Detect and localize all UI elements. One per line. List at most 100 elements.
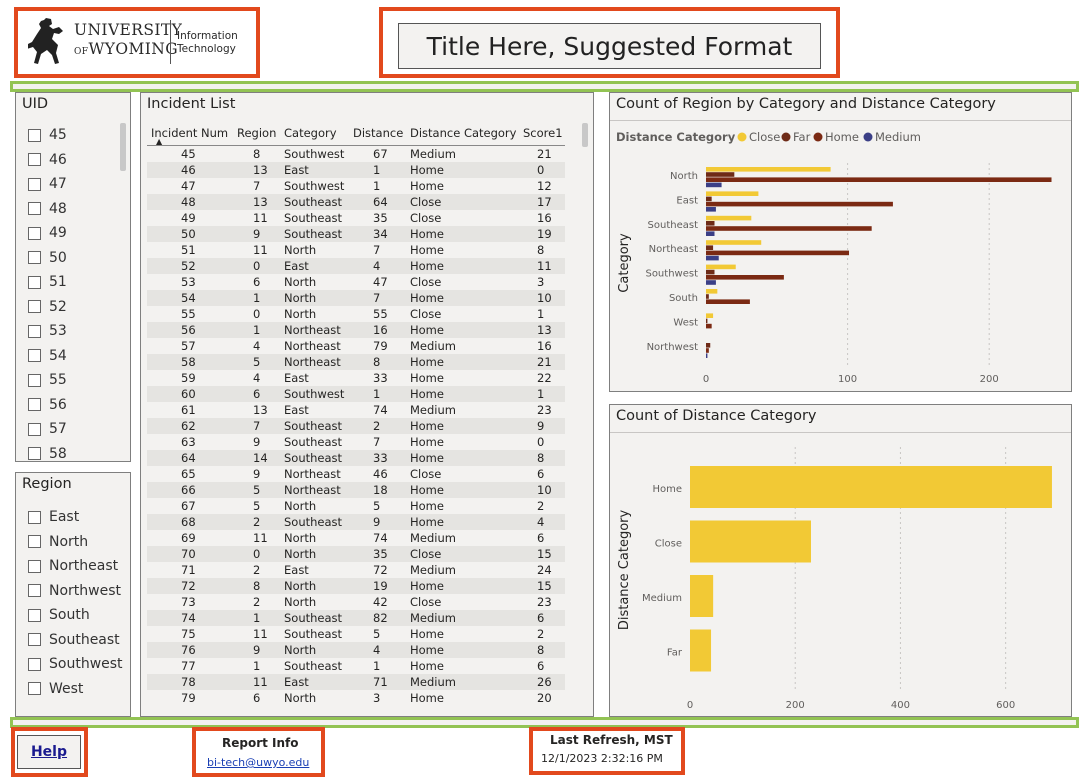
uid-option[interactable]: 51 [28,272,67,292]
checkbox[interactable] [28,633,41,646]
table-row[interactable]: 46 13 East 1 Home 0 [147,162,565,178]
table-cell: Home [410,419,444,433]
table-row[interactable]: 76 9 North 4 Home 8 [147,642,565,658]
table-row[interactable]: 57 4 Northeast 79 Medium 16 [147,338,565,354]
table-row[interactable]: 47 7 Southwest 1 Home 12 [147,178,565,194]
table-scrollbar[interactable] [582,123,588,147]
table-row[interactable]: 49 11 Southeast 35 Close 16 [147,210,565,226]
checkbox[interactable] [28,128,41,142]
checkbox[interactable] [28,153,41,166]
table-row[interactable]: 75 11 Southeast 5 Home 2 [147,626,565,642]
table-row[interactable]: 55 0 North 55 Close 1 [147,306,565,322]
uid-slicer-scrollbar[interactable] [120,123,126,171]
uid-option[interactable]: 55 [28,370,67,390]
uid-option[interactable]: 46 [28,150,67,170]
table-row[interactable]: 51 11 North 7 Home 8 [147,242,565,258]
checkbox[interactable] [28,422,41,436]
table-row[interactable]: 71 2 East 72 Medium 24 [147,562,565,578]
checkbox[interactable] [28,584,41,597]
table-row[interactable]: 54 1 North 7 Home 10 [147,290,565,306]
table-row[interactable]: 60 6 Southwest 1 Home 1 [147,386,565,402]
checkbox[interactable] [28,251,41,264]
column-header[interactable]: Region [237,126,276,140]
uid-option[interactable]: 58 [28,444,67,464]
table-row[interactable]: 69 11 North 74 Medium 6 [147,530,565,546]
column-header[interactable]: Category [284,126,337,140]
uid-option[interactable]: 56 [28,395,67,415]
column-header[interactable]: Distance [353,126,403,140]
table-cell: 64 [373,195,388,209]
uid-option[interactable]: 57 [28,419,67,439]
table-row[interactable]: 77 1 Southeast 1 Home 6 [147,658,565,674]
table-cell: 73 [181,595,196,609]
table-row[interactable]: 64 14 Southeast 33 Home 8 [147,450,565,466]
table-row[interactable]: 45 8 Southwest 67 Medium 21 [147,146,565,162]
uid-option[interactable]: 54 [28,346,67,366]
uid-option[interactable]: 52 [28,297,67,317]
table-row[interactable]: 61 13 East 74 Medium 23 [147,402,565,418]
table-cell: 57 [181,339,196,353]
table-row[interactable]: 53 6 North 47 Close 3 [147,274,565,290]
table-row[interactable]: 79 6 North 3 Home 20 [147,690,565,706]
table-row[interactable]: 78 11 East 71 Medium 26 [147,674,565,690]
checkbox[interactable] [28,300,41,313]
table-row[interactable]: 50 9 Southeast 34 Home 19 [147,226,565,242]
checkbox[interactable] [28,535,41,548]
table-row[interactable]: 74 1 Southeast 82 Medium 6 [147,610,565,626]
table-row[interactable]: 70 0 North 35 Close 15 [147,546,565,562]
checkbox[interactable] [28,447,41,460]
checkbox[interactable] [28,324,41,338]
table-row[interactable]: 48 13 Southeast 64 Close 17 [147,194,565,210]
region-option[interactable]: Southeast [28,630,120,650]
table-cell: 0 [537,435,545,449]
checkbox[interactable] [28,398,41,411]
table-row[interactable]: 59 4 East 33 Home 22 [147,370,565,386]
table-row[interactable]: 73 2 North 42 Close 23 [147,594,565,610]
table-row[interactable]: 62 7 Southeast 2 Home 9 [147,418,565,434]
region-option[interactable]: West [28,679,83,699]
checkbox[interactable] [28,202,41,215]
bar [706,318,708,324]
table-cell: 58 [181,355,196,369]
bar [706,240,762,245]
region-option[interactable]: Northwest [28,581,121,601]
region-option[interactable]: South [28,605,90,625]
table-cell: 5 [253,483,261,497]
uid-option-label: 57 [49,421,67,437]
column-header[interactable]: Score1 [523,126,563,140]
checkbox[interactable] [28,682,41,695]
uid-option[interactable]: 45 [28,125,67,145]
region-option[interactable]: Southwest [28,654,123,674]
uid-option[interactable]: 50 [28,248,67,268]
table-cell: 1 [253,659,261,673]
column-header[interactable]: Incident Num [151,126,228,140]
table-row[interactable]: 52 0 East 4 Home 11 [147,258,565,274]
checkbox[interactable] [28,559,41,573]
table-row[interactable]: 66 5 Northeast 18 Home 10 [147,482,565,498]
table-row[interactable]: 65 9 Northeast 46 Close 6 [147,466,565,482]
checkbox[interactable] [28,177,41,191]
region-option[interactable]: East [28,507,79,527]
region-option[interactable]: North [28,532,88,552]
region-option[interactable]: Northeast [28,556,118,576]
checkbox[interactable] [28,226,41,240]
table-row[interactable]: 56 1 Northeast 16 Home 13 [147,322,565,338]
table-cell: 55 [181,307,196,321]
table-cell: Close [410,467,442,481]
uid-option[interactable]: 48 [28,199,67,219]
checkbox[interactable] [28,349,41,362]
table-row[interactable]: 63 9 Southeast 7 Home 0 [147,434,565,450]
checkbox[interactable] [28,275,41,289]
uid-option[interactable]: 47 [28,174,67,194]
checkbox[interactable] [28,608,41,622]
table-row[interactable]: 68 2 Southeast 9 Home 4 [147,514,565,530]
checkbox[interactable] [28,510,41,524]
uid-option[interactable]: 49 [28,223,67,243]
checkbox[interactable] [28,657,41,671]
table-row[interactable]: 58 5 Northeast 8 Home 21 [147,354,565,370]
checkbox[interactable] [28,373,41,387]
uid-option[interactable]: 53 [28,321,67,341]
column-header[interactable]: Distance Category [410,126,516,140]
table-row[interactable]: 67 5 North 5 Home 2 [147,498,565,514]
table-row[interactable]: 72 8 North 19 Home 15 [147,578,565,594]
